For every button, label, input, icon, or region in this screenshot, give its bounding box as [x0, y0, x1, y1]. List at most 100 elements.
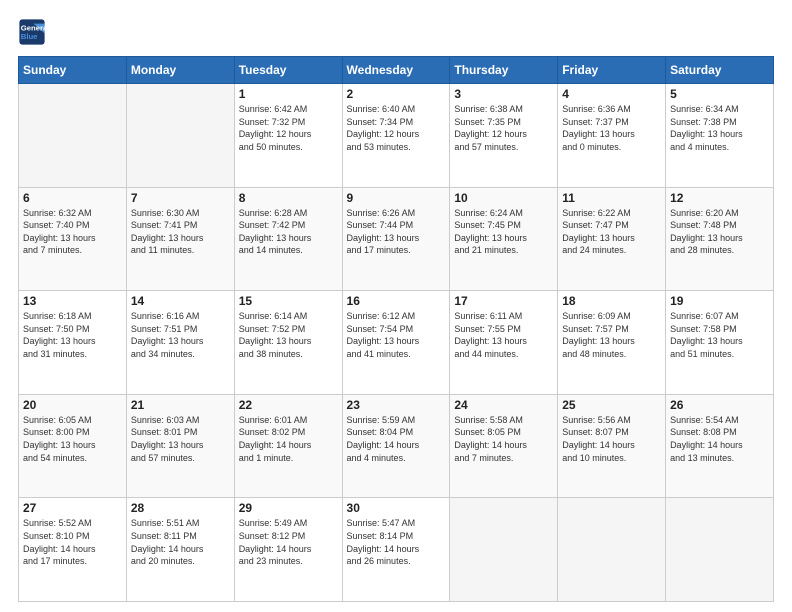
day-number: 14 — [131, 294, 230, 308]
calendar-cell: 24 Sunrise: 5:58 AM Sunset: 8:05 PM Dayli… — [450, 394, 558, 498]
day-info: Sunrise: 6:07 AM Sunset: 7:58 PM Dayligh… — [670, 310, 769, 360]
calendar-cell: 18Sunrise: 6:09 AM Sunset: 7:57 PM Dayli… — [558, 291, 666, 395]
day-number: 1 — [239, 87, 338, 101]
weekday-header-friday: Friday — [558, 57, 666, 84]
calendar-cell: 11 Sunrise: 6:22 AM Sunset: 7:47 PM Dayli… — [558, 187, 666, 291]
weekday-header-wednesday: Wednesday — [342, 57, 450, 84]
day-number: 27 — [23, 501, 122, 515]
calendar-cell: 17 Sunrise: 6:11 AM Sunset: 7:55 PM Dayli… — [450, 291, 558, 395]
day-number: 29 — [239, 501, 338, 515]
day-info: Sunrise: 6:32 AM Sunset: 7:40 PM Dayligh… — [23, 207, 122, 257]
calendar-cell: 12 Sunrise: 6:20 AM Sunset: 7:48 PM Dayli… — [666, 187, 774, 291]
day-info: Sunrise: 6:22 AM Sunset: 7:47 PM Dayligh… — [562, 207, 661, 257]
calendar-week-row: 13 Sunrise: 6:18 AM Sunset: 7:50 PM Dayli… — [19, 291, 774, 395]
day-info: Sunrise: 6:01 AM Sunset: 8:02 PM Dayligh… — [239, 414, 338, 464]
calendar-cell: 4 Sunrise: 6:36 AM Sunset: 7:37 PM Daylig… — [558, 84, 666, 188]
calendar-week-row: 20 Sunrise: 6:05 AM Sunset: 8:00 PM Dayli… — [19, 394, 774, 498]
calendar-cell: 2Sunrise: 6:40 AM Sunset: 7:34 PM Daylig… — [342, 84, 450, 188]
calendar-cell: 22 Sunrise: 6:01 AM Sunset: 8:02 PM Dayli… — [234, 394, 342, 498]
weekday-header-monday: Monday — [126, 57, 234, 84]
calendar-week-row: 1 Sunrise: 6:42 AM Sunset: 7:32 PM Daylig… — [19, 84, 774, 188]
calendar-body: 1 Sunrise: 6:42 AM Sunset: 7:32 PM Daylig… — [19, 84, 774, 602]
day-number: 2 — [347, 87, 446, 101]
day-info: Sunrise: 5:52 AM Sunset: 8:10 PM Dayligh… — [23, 517, 122, 567]
day-number: 23 — [347, 398, 446, 412]
calendar-cell: 3 Sunrise: 6:38 AM Sunset: 7:35 PM Daylig… — [450, 84, 558, 188]
calendar-week-row: 27 Sunrise: 5:52 AM Sunset: 8:10 PM Dayli… — [19, 498, 774, 602]
calendar-header: SundayMondayTuesdayWednesdayThursdayFrid… — [19, 57, 774, 84]
day-info: Sunrise: 5:54 AM Sunset: 8:08 PM Dayligh… — [670, 414, 769, 464]
day-number: 24 — [454, 398, 553, 412]
day-number: 3 — [454, 87, 553, 101]
weekday-header-tuesday: Tuesday — [234, 57, 342, 84]
header: General Blue — [18, 18, 774, 46]
calendar-cell: 15 Sunrise: 6:14 AM Sunset: 7:52 PM Dayli… — [234, 291, 342, 395]
day-number: 25 — [562, 398, 661, 412]
day-info: Sunrise: 6:09 AM Sunset: 7:57 PM Dayligh… — [562, 310, 661, 360]
day-number: 13 — [23, 294, 122, 308]
svg-text:Blue: Blue — [21, 32, 38, 41]
day-info: Sunrise: 6:20 AM Sunset: 7:48 PM Dayligh… — [670, 207, 769, 257]
day-number: 4 — [562, 87, 661, 101]
day-info: Sunrise: 5:58 AM Sunset: 8:05 PM Dayligh… — [454, 414, 553, 464]
day-number: 21 — [131, 398, 230, 412]
calendar-cell: 9 Sunrise: 6:26 AM Sunset: 7:44 PM Daylig… — [342, 187, 450, 291]
calendar-cell: 13 Sunrise: 6:18 AM Sunset: 7:50 PM Dayli… — [19, 291, 127, 395]
calendar-cell: 8Sunrise: 6:28 AM Sunset: 7:42 PM Daylig… — [234, 187, 342, 291]
day-number: 9 — [347, 191, 446, 205]
day-info: Sunrise: 5:51 AM Sunset: 8:11 PM Dayligh… — [131, 517, 230, 567]
calendar-cell — [558, 498, 666, 602]
day-info: Sunrise: 6:38 AM Sunset: 7:35 PM Dayligh… — [454, 103, 553, 153]
day-info: Sunrise: 5:49 AM Sunset: 8:12 PM Dayligh… — [239, 517, 338, 567]
weekday-header-thursday: Thursday — [450, 57, 558, 84]
calendar-cell: 25 Sunrise: 5:56 AM Sunset: 8:07 PM Dayli… — [558, 394, 666, 498]
day-number: 26 — [670, 398, 769, 412]
day-number: 19 — [670, 294, 769, 308]
calendar-cell: 6 Sunrise: 6:32 AM Sunset: 7:40 PM Daylig… — [19, 187, 127, 291]
day-info: Sunrise: 6:18 AM Sunset: 7:50 PM Dayligh… — [23, 310, 122, 360]
weekday-header-sunday: Sunday — [19, 57, 127, 84]
day-number: 7 — [131, 191, 230, 205]
day-number: 30 — [347, 501, 446, 515]
day-info: Sunrise: 6:14 AM Sunset: 7:52 PM Dayligh… — [239, 310, 338, 360]
calendar-table: SundayMondayTuesdayWednesdayThursdayFrid… — [18, 56, 774, 602]
day-number: 11 — [562, 191, 661, 205]
day-number: 22 — [239, 398, 338, 412]
calendar-cell: 28Sunrise: 5:51 AM Sunset: 8:11 PM Dayli… — [126, 498, 234, 602]
calendar-cell: 26 Sunrise: 5:54 AM Sunset: 8:08 PM Dayli… — [666, 394, 774, 498]
day-number: 8 — [239, 191, 338, 205]
page: General Blue SundayMondayTuesdayWednesda… — [0, 0, 792, 612]
calendar-cell — [450, 498, 558, 602]
calendar-cell: 19 Sunrise: 6:07 AM Sunset: 7:58 PM Dayli… — [666, 291, 774, 395]
day-number: 15 — [239, 294, 338, 308]
day-info: Sunrise: 5:59 AM Sunset: 8:04 PM Dayligh… — [347, 414, 446, 464]
calendar-cell: 10Sunrise: 6:24 AM Sunset: 7:45 PM Dayli… — [450, 187, 558, 291]
day-info: Sunrise: 6:26 AM Sunset: 7:44 PM Dayligh… — [347, 207, 446, 257]
day-info: Sunrise: 6:11 AM Sunset: 7:55 PM Dayligh… — [454, 310, 553, 360]
day-info: Sunrise: 6:12 AM Sunset: 7:54 PM Dayligh… — [347, 310, 446, 360]
calendar-cell — [666, 498, 774, 602]
day-info: Sunrise: 5:47 AM Sunset: 8:14 PM Dayligh… — [347, 517, 446, 567]
day-info: Sunrise: 6:42 AM Sunset: 7:32 PM Dayligh… — [239, 103, 338, 153]
day-info: Sunrise: 6:36 AM Sunset: 7:37 PM Dayligh… — [562, 103, 661, 153]
calendar-cell: 14 Sunrise: 6:16 AM Sunset: 7:51 PM Dayli… — [126, 291, 234, 395]
day-info: Sunrise: 6:34 AM Sunset: 7:38 PM Dayligh… — [670, 103, 769, 153]
day-info: Sunrise: 6:16 AM Sunset: 7:51 PM Dayligh… — [131, 310, 230, 360]
calendar-cell: 30 Sunrise: 5:47 AM Sunset: 8:14 PM Dayli… — [342, 498, 450, 602]
calendar-cell: 27 Sunrise: 5:52 AM Sunset: 8:10 PM Dayli… — [19, 498, 127, 602]
calendar-cell: 29 Sunrise: 5:49 AM Sunset: 8:12 PM Dayli… — [234, 498, 342, 602]
day-number: 12 — [670, 191, 769, 205]
calendar-cell: 5Sunrise: 6:34 AM Sunset: 7:38 PM Daylig… — [666, 84, 774, 188]
calendar-cell: 23 Sunrise: 5:59 AM Sunset: 8:04 PM Dayli… — [342, 394, 450, 498]
calendar-cell: 21 Sunrise: 6:03 AM Sunset: 8:01 PM Dayli… — [126, 394, 234, 498]
day-number: 10 — [454, 191, 553, 205]
day-info: Sunrise: 5:56 AM Sunset: 8:07 PM Dayligh… — [562, 414, 661, 464]
weekday-header-saturday: Saturday — [666, 57, 774, 84]
day-number: 6 — [23, 191, 122, 205]
day-info: Sunrise: 6:05 AM Sunset: 8:00 PM Dayligh… — [23, 414, 122, 464]
day-number: 20 — [23, 398, 122, 412]
day-info: Sunrise: 6:03 AM Sunset: 8:01 PM Dayligh… — [131, 414, 230, 464]
calendar-cell: 20 Sunrise: 6:05 AM Sunset: 8:00 PM Dayli… — [19, 394, 127, 498]
calendar-cell — [19, 84, 127, 188]
day-number: 17 — [454, 294, 553, 308]
